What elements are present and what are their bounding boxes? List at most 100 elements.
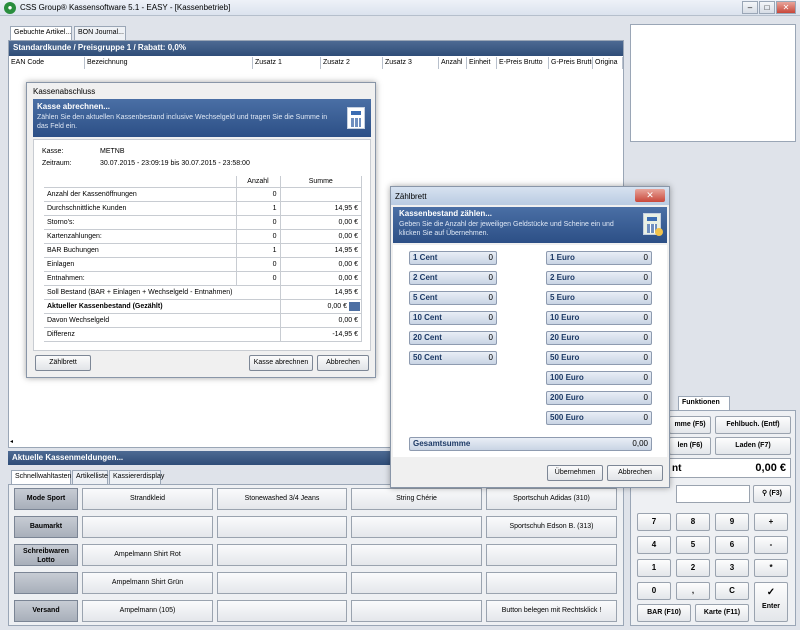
- note-100-euro[interactable]: 100 Euro 0: [546, 371, 652, 385]
- quick-button[interactable]: Sportschuh Edson B. (313): [486, 516, 617, 538]
- tab-artikelliste[interactable]: Artikelliste: [72, 470, 108, 484]
- key-8[interactable]: 8: [676, 513, 710, 531]
- counted-amount-field[interactable]: 0,00 €: [328, 303, 347, 310]
- note-20-euro[interactable]: 20 Euro 0: [546, 331, 652, 345]
- quick-button[interactable]: String Chérie: [351, 488, 482, 510]
- kasse-abbrechen-button[interactable]: Abbrechen: [317, 355, 369, 371]
- quick-button[interactable]: Ampelmann Shirt Grün: [82, 572, 213, 594]
- zaehlbrett-button[interactable]: Zählbrett: [35, 355, 91, 371]
- coin-20-cent[interactable]: 20 Cent 0: [409, 331, 497, 345]
- cat-schreibwaren-lotto[interactable]: Schreibwaren Lotto: [14, 544, 78, 566]
- table-row: Durchschnittliche Kunden 1 14,95 €: [44, 201, 362, 216]
- search-input[interactable]: [676, 485, 750, 503]
- key-multiply[interactable]: *: [754, 559, 788, 577]
- cat-empty[interactable]: [14, 572, 78, 594]
- minimize-button[interactable]: –: [742, 1, 758, 14]
- quick-button[interactable]: [217, 544, 347, 566]
- fbtn-f5[interactable]: mme (F5): [669, 416, 711, 434]
- col-gpreis[interactable]: G-Preis Brutto: [549, 57, 593, 69]
- uebernehmen-button[interactable]: Übernehmen: [547, 465, 603, 481]
- note-50-euro[interactable]: 50 Euro 0: [546, 351, 652, 365]
- key-1[interactable]: 1: [637, 559, 671, 577]
- col-einheit[interactable]: Einheit: [467, 57, 497, 69]
- tab-schnellwahltasten[interactable]: Schnellwahltasten: [11, 470, 71, 484]
- note-5-euro[interactable]: 5 Euro 0: [546, 291, 652, 305]
- quick-button[interactable]: [217, 516, 347, 538]
- quick-button[interactable]: Stonewashed 3/4 Jeans: [217, 488, 347, 510]
- quick-button[interactable]: [82, 516, 213, 538]
- note-1-euro[interactable]: 1 Euro 0: [546, 251, 652, 265]
- zaehlbrett-title: Zählbrett: [395, 192, 427, 201]
- zaehlbrett-close-icon[interactable]: ✕: [635, 189, 665, 202]
- tab-kassiererdisplay[interactable]: Kassiererdisplay: [109, 470, 164, 484]
- search-button[interactable]: ⚲ (F3): [753, 485, 791, 503]
- zb-header-subtitle: Geben Sie die Anzahl der jeweiligen Geld…: [399, 221, 614, 237]
- cat-mode-sport[interactable]: Mode Sport: [14, 488, 78, 510]
- kasse-content: Kasse: METNB Zeitraum: 30.07.2015 - 23:0…: [33, 139, 371, 351]
- quick-button[interactable]: Ampelmann Shirt Rot: [82, 544, 213, 566]
- key-0[interactable]: 0: [637, 582, 671, 600]
- col-ean[interactable]: EAN Code: [9, 57, 85, 69]
- cat-baumarkt[interactable]: Baumarkt: [14, 516, 78, 538]
- quick-button[interactable]: Ampelmann (105): [82, 600, 213, 622]
- kasse-abrechnen-button[interactable]: Kasse abrechnen: [249, 355, 313, 371]
- fbtn-f6[interactable]: len (F6): [669, 437, 711, 455]
- key-minus[interactable]: -: [754, 536, 788, 554]
- scroll-left-icon[interactable]: ◂: [10, 438, 16, 446]
- quick-button[interactable]: [351, 572, 482, 594]
- key-5[interactable]: 5: [676, 536, 710, 554]
- key-6[interactable]: 6: [715, 536, 749, 554]
- col-epreis[interactable]: E-Preis Brutto: [497, 57, 549, 69]
- note-10-euro[interactable]: 10 Euro 0: [546, 311, 652, 325]
- key-3[interactable]: 3: [715, 559, 749, 577]
- col-zusatz1[interactable]: Zusatz 1: [253, 57, 321, 69]
- quick-button[interactable]: [351, 600, 482, 622]
- table-row: Anzahl der Kassenöffnungen 0: [44, 187, 362, 202]
- coin-2-cent[interactable]: 2 Cent 0: [409, 271, 497, 285]
- tab-funktionen[interactable]: Funktionen: [678, 396, 730, 410]
- quick-button[interactable]: [217, 600, 347, 622]
- fbtn-laden[interactable]: Laden (F7): [715, 437, 791, 455]
- col-anzahl-head: Anzahl: [236, 176, 281, 188]
- coin-1-cent[interactable]: 1 Cent 0: [409, 251, 497, 265]
- coin-5-cent[interactable]: 5 Cent 0: [409, 291, 497, 305]
- karte-button[interactable]: Karte (F11): [695, 604, 749, 622]
- note-200-euro[interactable]: 200 Euro 0: [546, 391, 652, 405]
- key-4[interactable]: 4: [637, 536, 671, 554]
- quick-button[interactable]: [217, 572, 347, 594]
- key-comma[interactable]: ,: [676, 582, 710, 600]
- quick-button[interactable]: Strandkleid: [82, 488, 213, 510]
- key-clear[interactable]: C: [715, 582, 749, 600]
- bar-button[interactable]: BAR (F10): [637, 604, 691, 622]
- col-bezeichnung[interactable]: Bezeichnung: [85, 57, 253, 69]
- quick-button[interactable]: [351, 544, 482, 566]
- enter-button[interactable]: ✓ Enter: [754, 582, 788, 622]
- note-500-euro[interactable]: 500 Euro 0: [546, 411, 652, 425]
- quick-button[interactable]: [486, 544, 617, 566]
- key-2[interactable]: 2: [676, 559, 710, 577]
- tab-gebuchte-artikel[interactable]: Gebuchte Artikel...: [10, 26, 72, 40]
- zb-abbrechen-button[interactable]: Abbrechen: [607, 465, 663, 481]
- col-anzahl[interactable]: Anzahl: [439, 57, 467, 69]
- quick-button[interactable]: Button belegen mit Rechtsklick !: [486, 600, 617, 622]
- cat-versand[interactable]: Versand: [14, 600, 78, 622]
- coin-10-cent[interactable]: 10 Cent 0: [409, 311, 497, 325]
- note-2-euro[interactable]: 2 Euro 0: [546, 271, 652, 285]
- customer-bar: Standardkunde / Preisgruppe 1 / Rabatt: …: [9, 41, 623, 56]
- kassenabschluss-dialog: Kassenabschluss Kasse abrechnen... Zähle…: [26, 82, 376, 378]
- maximize-button[interactable]: □: [759, 1, 775, 14]
- tab-bon-journal[interactable]: BON Journal...: [74, 26, 126, 40]
- coin-50-cent[interactable]: 50 Cent 0: [409, 351, 497, 365]
- col-zusatz3[interactable]: Zusatz 3: [383, 57, 439, 69]
- key-7[interactable]: 7: [637, 513, 671, 531]
- col-original[interactable]: Origina: [593, 57, 623, 69]
- calculator-small-icon[interactable]: [349, 301, 360, 311]
- fbtn-fehlbuch[interactable]: Fehlbuch. (Entf): [715, 416, 791, 434]
- quick-button[interactable]: [486, 572, 617, 594]
- key-plus[interactable]: +: [754, 513, 788, 531]
- quick-button[interactable]: [351, 516, 482, 538]
- key-9[interactable]: 9: [715, 513, 749, 531]
- quick-button[interactable]: Sportschuh Adidas (310): [486, 488, 617, 510]
- close-button[interactable]: ✕: [776, 1, 796, 14]
- col-zusatz2[interactable]: Zusatz 2: [321, 57, 383, 69]
